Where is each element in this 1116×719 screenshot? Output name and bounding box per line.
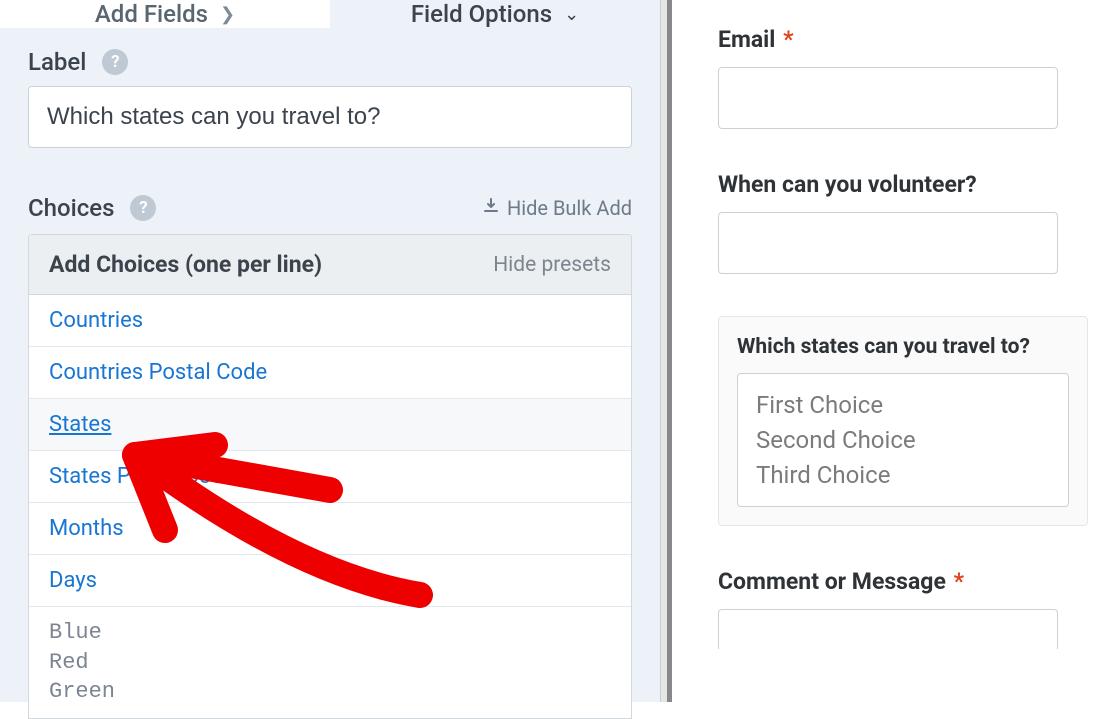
email-input[interactable] xyxy=(718,67,1058,129)
volunteer-input[interactable] xyxy=(718,212,1058,274)
preset-days[interactable]: Days xyxy=(29,555,631,607)
preset-months[interactable]: Months xyxy=(29,503,631,555)
preset-states-postal[interactable]: States Postal Code xyxy=(29,451,631,503)
tab-label: Add Fields xyxy=(95,0,208,28)
hide-bulk-label: Hide Bulk Add xyxy=(507,196,632,220)
tab-add-fields[interactable]: Add Fields ❯ xyxy=(0,0,330,28)
volunteer-label: When can you volunteer? xyxy=(718,171,1116,198)
panel-tabs: Add Fields ❯ Field Options ⌄ xyxy=(0,0,660,28)
hide-presets-link[interactable]: Hide presets xyxy=(493,253,611,277)
select-option[interactable]: First Choice xyxy=(756,388,1050,423)
choice-line: Blue xyxy=(49,618,611,648)
choices-heading: Choices ? xyxy=(28,194,156,222)
chevron-right-icon: ❯ xyxy=(220,4,235,25)
states-field-wrapper[interactable]: Which states can you travel to? First Ch… xyxy=(718,316,1088,526)
help-icon[interactable]: ? xyxy=(102,49,128,75)
select-option[interactable]: Second Choice xyxy=(756,423,1050,458)
add-choices-title: Add Choices (one per line) xyxy=(49,251,322,278)
select-option[interactable]: Third Choice xyxy=(756,458,1050,493)
email-label: Email * xyxy=(718,26,1116,53)
required-asterisk: * xyxy=(783,26,793,53)
field-options-panel: Add Fields ❯ Field Options ⌄ Label ? xyxy=(0,0,660,702)
panel-divider[interactable] xyxy=(660,0,672,702)
preset-states[interactable]: States xyxy=(29,399,631,451)
form-preview-panel: Email * When can you volunteer? Which st… xyxy=(672,0,1116,702)
choice-line: Green xyxy=(49,677,611,707)
states-field-label: Which states can you travel to? xyxy=(737,335,1069,359)
label-text: Label xyxy=(28,48,86,76)
comment-label: Comment or Message * xyxy=(718,568,1116,595)
help-icon[interactable]: ? xyxy=(130,195,156,221)
label-text: Email xyxy=(718,26,775,53)
choice-line: Red xyxy=(49,648,611,678)
preset-countries[interactable]: Countries xyxy=(29,295,631,347)
download-icon xyxy=(483,198,499,219)
comment-textarea[interactable] xyxy=(718,609,1058,649)
states-multiselect[interactable]: First Choice Second Choice Third Choice xyxy=(737,373,1069,507)
tab-label: Field Options xyxy=(411,0,552,28)
label-heading: Label ? xyxy=(28,48,632,76)
hide-bulk-add-link[interactable]: Hide Bulk Add xyxy=(483,196,632,220)
label-input[interactable] xyxy=(28,86,632,148)
choices-box: Add Choices (one per line) Hide presets … xyxy=(28,234,632,719)
tab-field-options[interactable]: Field Options ⌄ xyxy=(330,0,660,28)
required-asterisk: * xyxy=(954,568,964,595)
choices-textarea[interactable]: Blue Red Green xyxy=(29,607,631,718)
preset-countries-postal[interactable]: Countries Postal Code xyxy=(29,347,631,399)
label-text: When can you volunteer? xyxy=(718,171,977,198)
label-text: Comment or Message xyxy=(718,568,946,595)
choices-title: Choices xyxy=(28,194,114,222)
chevron-down-icon: ⌄ xyxy=(564,4,579,25)
